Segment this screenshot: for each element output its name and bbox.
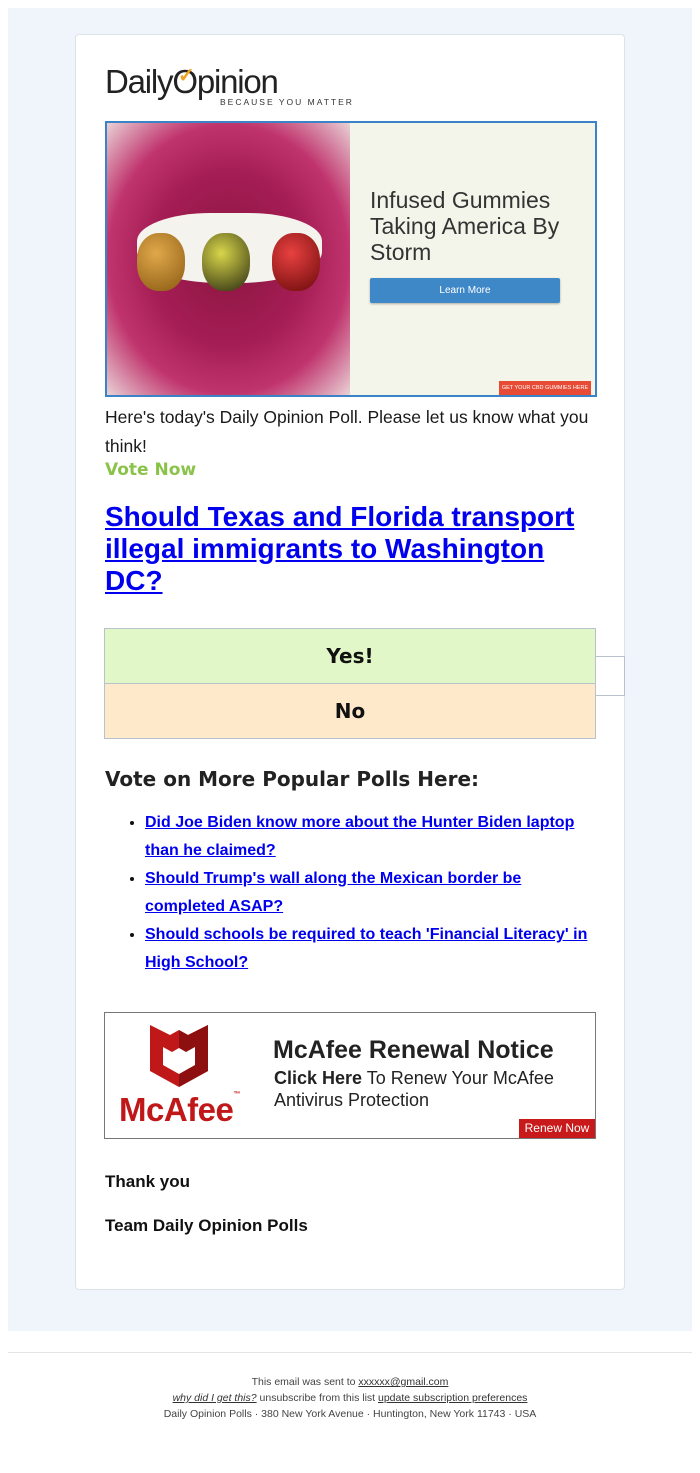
thank-you-text: Thank you	[105, 1172, 191, 1191]
poll-link[interactable]: Should Trump's wall along the Mexican bo…	[145, 870, 521, 915]
gummy-yellow	[202, 233, 250, 291]
sent-to-line: This email was sent to xxxxxx@gmail.com	[251, 1376, 449, 1388]
mcafee-shield-icon	[150, 1025, 208, 1087]
learn-more-button[interactable]: Learn More	[370, 278, 560, 303]
list-item: Should schools be required to teach 'Fin…	[145, 921, 595, 977]
ad-headline: Infused Gummies Taking America By Storm	[370, 187, 560, 265]
renewal-body: Click Here To Renew Your McAfee Antiviru…	[274, 1068, 554, 1110]
why-link[interactable]: why did I get this?	[173, 1392, 257, 1404]
list-item: Should Trump's wall along the Mexican bo…	[145, 865, 595, 921]
footer-divider	[8, 1352, 692, 1353]
more-polls-heading: Vote on More Popular Polls Here:	[105, 767, 480, 791]
mcafee-logo-text: McAfee™	[119, 1091, 240, 1128]
vote-yes-button[interactable]: Yes!	[105, 629, 595, 684]
poll-question-link[interactable]: Should Texas and Florida transport illeg…	[105, 501, 595, 597]
gummy-amber	[137, 233, 185, 291]
logo-tagline: BECAUSE YOU MATTER	[220, 97, 354, 107]
gummies-ad-banner[interactable]: Infused Gummies Taking America By Storm …	[105, 121, 597, 397]
get-gummies-button[interactable]: GET YOUR CBD GUMMIES HERE	[499, 381, 591, 395]
lips-gummies-photo	[107, 123, 350, 395]
address-line: Daily Opinion Polls · 380 New York Avenu…	[163, 1408, 537, 1420]
update-preferences-link[interactable]: update subscription preferences	[378, 1392, 527, 1404]
mcafee-ad-banner[interactable]: McAfee™ McAfee Renewal Notice Click Here…	[104, 1012, 596, 1139]
gummy-red	[272, 233, 320, 291]
list-item: Did Joe Biden know more about the Hunter…	[145, 809, 595, 865]
team-signature: Team Daily Opinion Polls	[105, 1216, 308, 1235]
logo[interactable]: DailyOpinionPolls ✓ BECAUSE YOU MATTER	[105, 63, 625, 696]
vote-no-button[interactable]: No	[105, 684, 595, 738]
poll-link[interactable]: Did Joe Biden know more about the Hunter…	[145, 814, 574, 859]
email-card: DailyOpinionPolls ✓ BECAUSE YOU MATTER I…	[75, 34, 625, 1290]
poll-link[interactable]: Should schools be required to teach 'Fin…	[145, 926, 587, 971]
click-here-link[interactable]: Click Here	[274, 1068, 362, 1088]
unsubscribe-link[interactable]: unsubscribe from this list	[257, 1392, 378, 1404]
vote-now-label: Vote Now	[105, 460, 197, 480]
recipient-email-link[interactable]: xxxxxx@gmail.com	[358, 1376, 448, 1388]
more-polls-list: Did Joe Biden know more about the Hunter…	[105, 809, 595, 977]
preferences-line: why did I get this? unsubscribe from thi…	[0, 1390, 700, 1406]
intro-text: Here's today's Daily Opinion Poll. Pleas…	[105, 407, 589, 456]
renew-now-button[interactable]: Renew Now	[519, 1119, 595, 1138]
email-footer: This email was sent to xxxxxx@gmail.com …	[0, 1374, 700, 1422]
renewal-title: McAfee Renewal Notice	[273, 1036, 554, 1064]
email-background: DailyOpinionPolls ✓ BECAUSE YOU MATTER I…	[8, 8, 692, 1331]
checkmark-icon: ✓	[178, 65, 195, 87]
poll-options: Yes! No	[104, 628, 596, 739]
